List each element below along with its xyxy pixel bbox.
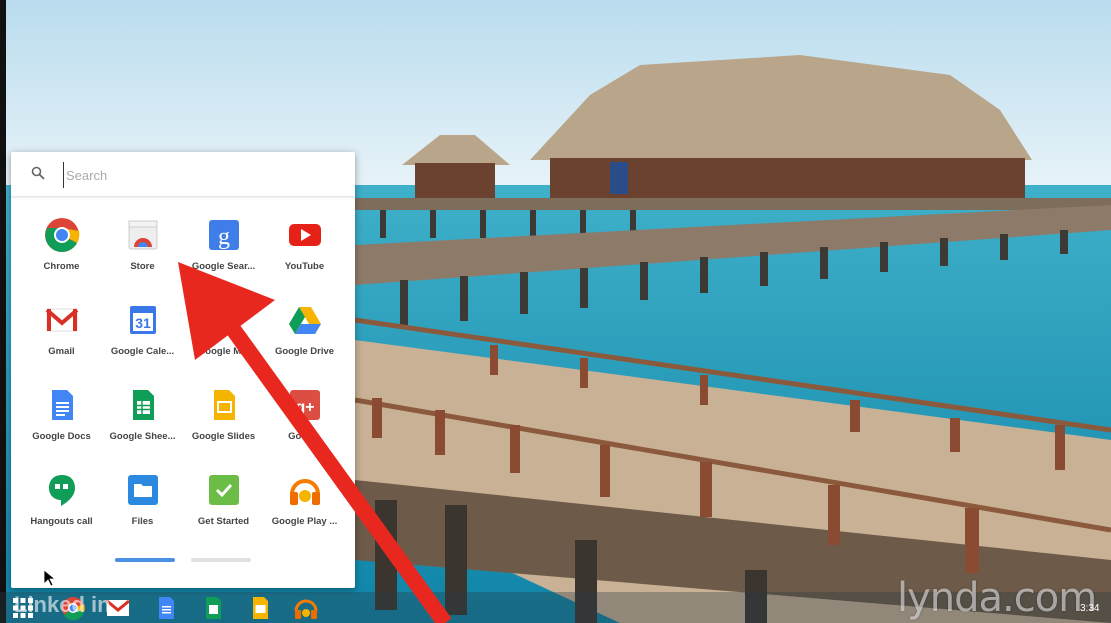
app-tile-google-docs[interactable]: Google Docs <box>21 382 102 467</box>
docs-icon <box>51 390 73 420</box>
launcher-page-indicator <box>115 558 255 564</box>
mouse-cursor <box>44 570 56 587</box>
slides-icon <box>213 390 235 420</box>
youtube-icon <box>288 224 321 246</box>
app-tile-store[interactable]: Store <box>102 212 183 297</box>
app-label: Google M... <box>197 346 250 357</box>
chrome-icon <box>44 218 79 252</box>
app-label: Store <box>130 261 155 272</box>
page-indicator-1[interactable] <box>115 558 175 562</box>
play-music-icon <box>289 479 320 505</box>
app-label: YouTube <box>284 261 325 272</box>
app-label: Google Sear... <box>191 261 256 272</box>
app-tile-google-drive[interactable]: Google Drive <box>264 297 345 382</box>
app-label: Google Play ... <box>271 516 338 527</box>
slides-icon[interactable] <box>247 595 273 621</box>
drive-icon <box>288 307 321 334</box>
hangouts-icon <box>48 475 75 506</box>
app-tile-google-plus[interactable]: g+ Goog... <box>264 382 345 467</box>
app-grid: Chrome Store g Google Sear... YouTube Gm… <box>21 212 346 552</box>
app-launcher: Chrome Store g Google Sear... <box>11 152 355 588</box>
app-label: Get Started <box>197 516 250 527</box>
app-tile-files[interactable]: Files <box>102 467 183 552</box>
launcher-search-bar <box>11 152 355 197</box>
app-label: Google Drive <box>274 346 335 357</box>
app-tile-google-play-music[interactable]: Google Play ... <box>264 467 345 552</box>
get-started-icon <box>208 475 239 505</box>
app-label: Google Docs <box>32 431 91 442</box>
app-label: Google Shee... <box>109 431 176 442</box>
app-tile-get-started[interactable]: Get Started <box>183 467 264 552</box>
store-icon <box>128 220 157 250</box>
app-tile-google-calendar[interactable]: 31 Google Cale... <box>102 297 183 382</box>
app-label: Gmail <box>48 346 75 357</box>
app-tile-youtube[interactable]: YouTube <box>264 212 345 297</box>
google-plus-icon: g+ <box>289 390 320 420</box>
app-label: Google Cale... <box>110 346 175 357</box>
svg-text:g+: g+ <box>295 399 314 416</box>
maps-icon <box>209 308 238 334</box>
google-search-icon: g <box>208 220 239 250</box>
status-clock[interactable]: 3:34 <box>1080 603 1099 614</box>
files-icon <box>127 475 158 505</box>
play-music-icon[interactable] <box>293 595 319 621</box>
calendar-icon: 31 <box>129 306 156 334</box>
app-tile-google-slides[interactable]: Google Slides <box>183 382 264 467</box>
svg-text:g: g <box>218 224 230 250</box>
calendar-day-text: 31 <box>135 315 151 331</box>
app-label: Files <box>131 516 154 527</box>
app-tile-google-sheets[interactable]: Google Shee... <box>102 382 183 467</box>
app-tile-hangouts[interactable]: Hangouts call <box>21 467 102 552</box>
app-tile-chrome[interactable]: Chrome <box>21 212 102 297</box>
linkedin-branding: Linked in <box>14 592 111 617</box>
app-tile-gmail[interactable]: Gmail <box>21 297 102 382</box>
app-label: Hangouts call <box>30 516 93 527</box>
app-tile-google-maps[interactable]: Google M... <box>183 297 264 382</box>
search-input[interactable] <box>63 162 338 188</box>
search-icon <box>31 166 45 180</box>
page-indicator-2[interactable] <box>191 558 251 562</box>
docs-icon[interactable] <box>153 595 179 621</box>
app-label: Chrome <box>43 261 80 272</box>
app-label: Google Slides <box>191 431 256 442</box>
gmail-icon <box>45 308 78 332</box>
sheets-icon[interactable] <box>200 595 226 621</box>
sheets-icon <box>132 390 154 420</box>
app-label: Goog... <box>288 431 321 442</box>
app-tile-google-search[interactable]: g Google Sear... <box>183 212 264 297</box>
lynda-watermark: lynda.com <box>897 575 1097 621</box>
